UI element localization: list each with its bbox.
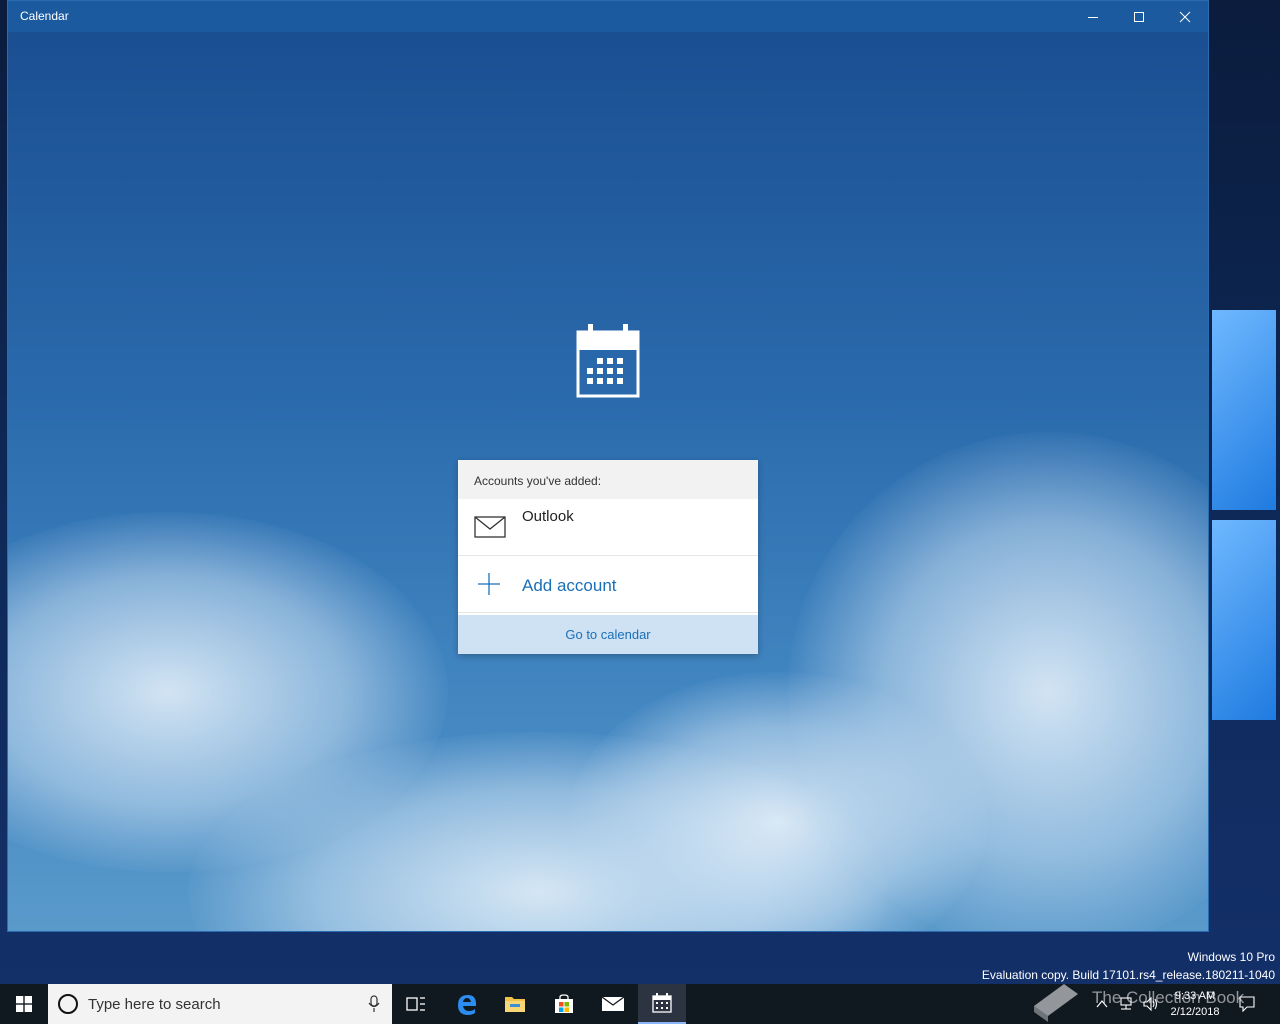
collection-book-text: The Collection Book (1092, 988, 1245, 1007)
account-name: Outlook (522, 508, 574, 525)
search-placeholder: Type here to search (88, 996, 221, 1013)
folder-icon (505, 997, 525, 1012)
app-content: Accounts you've added: Outlook Add accou… (8, 32, 1208, 931)
calendar-window: Calendar Accounts you've added: Outlook … (7, 0, 1209, 932)
add-account-button[interactable]: Add account (458, 556, 758, 613)
minimize-icon (1088, 16, 1098, 18)
maximize-button[interactable] (1116, 1, 1162, 32)
mail-icon (601, 996, 625, 1011)
book-logo-icon (1034, 984, 1078, 1022)
store-icon (555, 994, 573, 1013)
calendar-app-icon (576, 324, 640, 398)
task-view-button[interactable] (392, 984, 440, 1024)
calendar-app-button[interactable] (638, 984, 686, 1024)
cortana-icon (58, 994, 78, 1014)
accounts-dialog: Accounts you've added: Outlook Add accou… (458, 460, 758, 654)
minimize-button[interactable] (1070, 1, 1116, 32)
title-bar: Calendar (8, 1, 1208, 32)
collection-book-watermark: The Collection Book (1030, 974, 1260, 1024)
account-item-outlook[interactable]: Outlook (458, 499, 758, 556)
calendar-icon (652, 993, 672, 1013)
task-view-icon (406, 997, 425, 1011)
store-button[interactable] (540, 984, 588, 1024)
desktop-windows-logo (1208, 280, 1280, 740)
windows-edition-text: Windows 10 Pro (1187, 950, 1275, 964)
taskbar-search-box[interactable]: Type here to search (48, 984, 392, 1024)
microphone-icon[interactable] (368, 995, 380, 1013)
edge-browser-button[interactable] (443, 984, 491, 1024)
close-button[interactable] (1162, 1, 1208, 32)
window-title: Calendar (20, 9, 69, 23)
close-icon (1179, 11, 1191, 22)
windows-start-icon (16, 996, 32, 1012)
mail-app-button[interactable] (589, 984, 637, 1024)
start-button[interactable] (0, 984, 48, 1024)
maximize-icon (1134, 11, 1144, 22)
edge-icon (458, 995, 476, 1015)
add-account-label: Add account (522, 576, 617, 595)
file-explorer-button[interactable] (491, 984, 539, 1024)
plus-icon (478, 573, 500, 595)
mail-envelope-icon (474, 516, 506, 538)
dialog-header: Accounts you've added: (458, 460, 758, 499)
go-to-calendar-button[interactable]: Go to calendar (458, 615, 758, 654)
